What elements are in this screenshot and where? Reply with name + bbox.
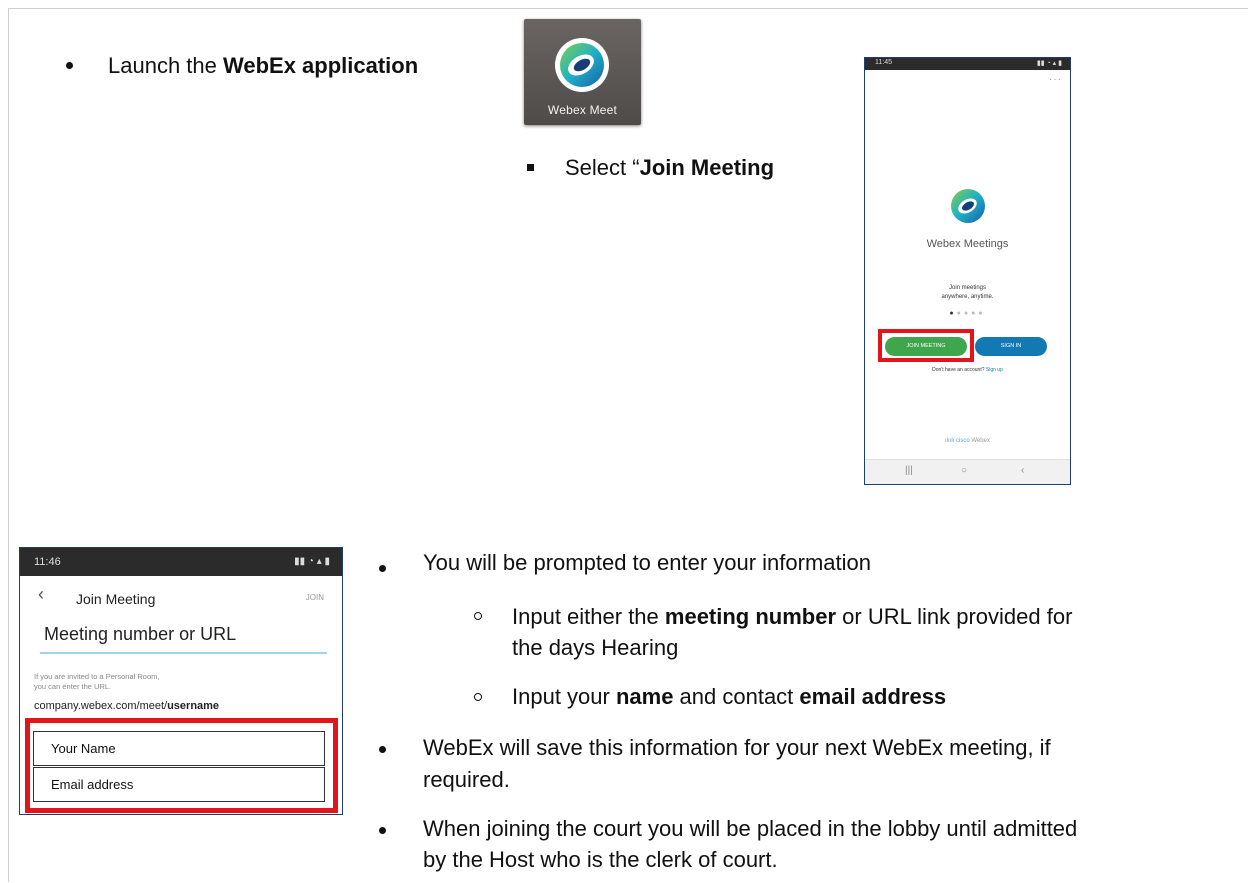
bullet-dot [379,746,386,753]
webex-meet-app-icon[interactable]: Webex Meet [524,19,641,125]
step-select-join-text: Select “Join Meeting [565,155,775,180]
name-email-instruction: Input your name and contact email addres… [512,684,947,709]
screen-title: Join Meeting [76,591,156,607]
bullet-ring [474,693,482,701]
status-bar: 11:46 ▮▮ ◔ ▴ ▮ [20,548,342,576]
prompted-text: You will be prompted to enter your infor… [423,550,871,575]
app-title: Webex Meetings [926,238,1009,250]
lobby-text-cont: by the Host who is the clerk of court. [423,847,778,872]
cisco-logo-icon: ılıılı cisco [945,438,970,444]
your-name-field[interactable]: Your Name [33,731,325,766]
meeting-number-instruction-cont: the days Hearing [512,635,679,660]
meeting-number-instruction: Input either the meeting number or URL l… [512,604,1073,629]
phone-screenshot-join: 11:46 ▮▮ ◔ ▴ ▮ ‹ Join Meeting JOIN Meeti… [19,547,343,815]
personal-room-hint: If you are invited to a Personal Room, y… [34,672,160,691]
lobby-text: When joining the court you will be place… [423,816,1078,841]
highlight-box [878,329,974,362]
bullet-dot [66,62,73,69]
app-icon-label: Webex Meet [547,103,618,117]
bullet-dot [379,565,386,572]
status-time: 11:45 [875,59,892,66]
phone-screenshot-home: 11:45 ▮▮ ◔ ▴ ▮ ··· Webex Meetings Join m… [864,57,1071,485]
status-bar: 11:45 ▮▮ ◔ ▴ ▮ [865,58,1070,70]
email-address-field[interactable]: Email address [33,767,325,802]
save-info-text-cont: required. [423,767,510,792]
more-menu-icon[interactable]: ··· [1049,74,1062,85]
join-button[interactable]: JOIN [306,593,324,602]
step-launch-text: Launch the WebEx application [108,53,419,78]
back-arrow-icon[interactable]: ‹ [38,584,44,605]
no-account-text: Don't have an account? Sign up [932,367,1003,373]
bullet-square [527,164,534,171]
bullet-ring [474,612,482,620]
sign-in-button[interactable]: SIGN IN [975,337,1047,356]
status-icons: ▮▮ ◔ ▴ ▮ [1036,60,1062,67]
back-icon[interactable]: ‹ [1021,465,1024,476]
tagline: Join meetings anywhere, anytime. [941,285,994,300]
input-underline [40,652,327,654]
webex-logo-icon [951,189,985,223]
bullet-dot [379,827,386,834]
home-icon[interactable]: ○ [961,465,967,476]
sign-up-link[interactable]: Sign up [986,367,1003,373]
save-info-text: WebEx will save this information for you… [423,735,1051,760]
android-nav-bar: ||| ○ ‹ [865,459,1070,484]
carousel-dots[interactable]: ●●●●● [865,310,1070,317]
meeting-number-input[interactable]: Meeting number or URL [44,624,236,645]
url-example: company.webex.com/meet/username [34,700,220,712]
status-time: 11:46 [34,556,61,568]
cisco-webex-footer: ılıılı cisco Webex [945,438,990,444]
status-icons: ▮▮ ◔ ▴ ▮ [294,556,330,567]
recent-apps-icon[interactable]: ||| [905,465,913,476]
